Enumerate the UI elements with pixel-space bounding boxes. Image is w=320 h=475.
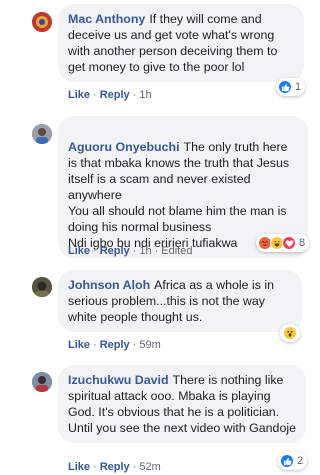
comment-actions: Like · Reply · 1h [68,88,152,102]
reaction-summary[interactable]: 2 [278,452,308,470]
separator-dot: · [93,461,97,473]
avatar[interactable] [32,277,52,297]
avatar-image [32,372,52,392]
reaction-summary[interactable]: 1 [276,78,306,96]
reply-button[interactable]: Reply [100,89,130,101]
comment-time[interactable]: 1h [139,89,151,101]
comment-author[interactable]: Johnson Aloh [68,278,150,292]
separator-dot: · [132,245,137,257]
wow-icon [283,326,297,340]
separator-dot: · [93,245,97,257]
reaction-count: 8 [299,237,306,249]
comment-actions: Like · Reply · 1h · Edited [68,244,192,258]
separator-dot: · [132,89,137,101]
reaction-summary[interactable] [280,324,300,342]
reply-button[interactable]: Reply [100,339,130,351]
comment-author[interactable]: Aguoru Onyebuchi [68,140,180,154]
love-icon [282,236,296,250]
comment-author[interactable]: Mac Anthony [68,12,145,26]
comment-text: The only truth here is that mbaka knows … [68,140,290,250]
separator-dot: · [93,89,97,101]
like-icon [278,80,292,94]
like-button[interactable]: Like [68,245,90,257]
comment-actions: Like · Reply · 59m [68,338,161,352]
avatar-image [32,277,52,297]
avatar-image [32,12,52,32]
comment-bubble: Johnson Aloh Africa as a whole is in seri… [58,270,302,332]
reaction-summary[interactable]: 8 [256,234,310,252]
separator-dot: · [132,339,137,351]
avatar[interactable] [32,372,52,392]
comment-time[interactable]: 52m [139,461,160,473]
reaction-count: 1 [295,81,302,93]
like-button[interactable]: Like [68,339,90,351]
comment-author[interactable]: Izuchukwu David [68,373,169,387]
comment-time[interactable]: 1h [139,245,151,257]
reply-button[interactable]: Reply [100,245,130,257]
avatar[interactable] [32,124,52,144]
reaction-count: 2 [297,455,304,467]
edited-label[interactable]: Edited [161,245,192,257]
avatar[interactable] [32,12,52,32]
comment-bubble: Izuchukwu David There is nothing like spi… [58,365,306,443]
comment-actions: Like · Reply · 52m [68,460,161,474]
reply-button[interactable]: Reply [100,461,130,473]
separator-dot: · [93,339,97,351]
separator-dot: · [132,461,137,473]
comment-bubble: Mac Anthony If they will come and deceive… [58,4,304,82]
like-button[interactable]: Like [68,461,90,473]
separator-dot: · [154,245,159,257]
comment-time[interactable]: 59m [139,339,160,351]
like-icon [280,454,294,468]
avatar-image [32,124,52,144]
like-button[interactable]: Like [68,89,90,101]
